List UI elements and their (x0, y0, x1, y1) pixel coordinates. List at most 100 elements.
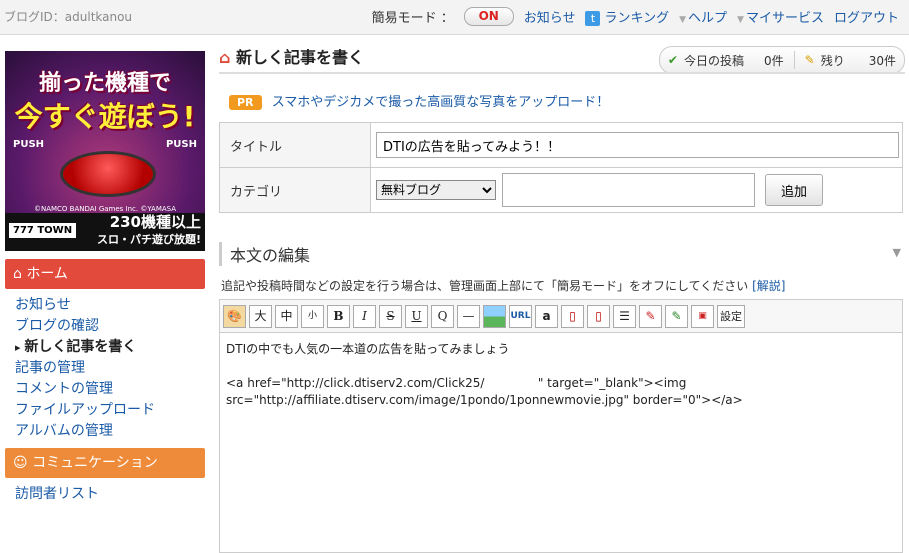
sidebar-item-blog-view[interactable]: ブログの確認 (15, 316, 205, 337)
banner-headline-2: 今すぐ遊ぼう! (14, 100, 196, 133)
today-posts-value: 0件 (764, 53, 784, 68)
sidebar-home-list: お知らせ ブログの確認 新しく記事を書く 記事の管理 コメントの管理 ファイルア… (5, 295, 205, 442)
quote-button[interactable]: Q (431, 304, 454, 328)
body-section-header: 本文の編集 ▼ (219, 242, 905, 266)
category-row: カテゴリ 無料ブログ 追加 (219, 167, 903, 213)
sidebar-comm-header[interactable]: ☺ コミュニケーション (5, 448, 205, 478)
pencil-icon: ✎ (804, 53, 815, 67)
nav-help-link[interactable]: ▼ ヘルプ (679, 7, 727, 26)
people-icon: ☺ (13, 455, 28, 471)
sidebar-home-header[interactable]: ⌂ ホーム (5, 259, 205, 289)
category-controls: 無料ブログ 追加 (371, 173, 902, 207)
add-category-button[interactable]: 追加 (765, 174, 823, 206)
chevron-down-icon: ▼ (679, 15, 687, 25)
fc2-tv-icon[interactable]: ▣ (691, 304, 714, 328)
settings-button[interactable]: 設定 (717, 304, 745, 328)
title-cell (370, 122, 903, 168)
check-icon: ✔ (667, 53, 678, 67)
image-icon[interactable] (483, 304, 506, 328)
top-bar: ブログID：adultkanou 簡易モード ： ON お知らせ t ランキング … (0, 0, 909, 35)
post-form: タイトル カテゴリ 無料ブログ 追加 (219, 122, 903, 213)
sidebar-home-title: ホーム (26, 266, 68, 282)
sidebar-item-new-post[interactable]: 新しく記事を書く (15, 337, 205, 358)
eraser-icon[interactable]: ✎ (639, 304, 662, 328)
page-title-text: 新しく記事を書く (236, 48, 365, 67)
collapse-icon[interactable]: ▼ (893, 246, 901, 259)
remaining-label: 残り (820, 53, 845, 68)
doc-d-icon[interactable]: ▯ (561, 304, 584, 328)
banner-count-line2: スロ・パチ遊び放題! (96, 233, 201, 246)
banner-count: 230機種以上 スロ・パチ遊び放題! (97, 214, 201, 248)
banner-headline-1: 揃った機種で (38, 71, 171, 96)
sidebar-comm-title: コミュニケーション (32, 455, 158, 471)
body-section-title: 本文の編集 (230, 246, 311, 265)
note-help-link[interactable]: [解説] (752, 279, 785, 293)
underline-button[interactable]: U (405, 304, 428, 328)
title-row: タイトル (219, 122, 903, 168)
stats-divider (793, 51, 795, 69)
new-category-input[interactable] (502, 173, 755, 207)
logout-link[interactable]: ログアウト (834, 7, 899, 26)
sidebar-item-album[interactable]: アルバムの管理 (15, 421, 205, 442)
editor-toolbar: 🎨 大 中 小 B I S U Q — URL a ▯ ▯ ☰ ✎ ✎ ▣ 設定 (219, 299, 903, 333)
strike-button[interactable]: S (379, 304, 402, 328)
hr-button[interactable]: — (457, 304, 480, 328)
simple-mode-note: 追記や投稿時間などの設定を行う場合は、管理画面上部にて「簡易モード」をオフにして… (221, 277, 786, 294)
sidebar-item-comments[interactable]: コメントの管理 (15, 379, 205, 400)
nav-ranking-link[interactable]: t ランキング (585, 7, 669, 26)
category-cell: 無料ブログ 追加 (370, 167, 903, 213)
nav-myservice-link[interactable]: ▼ マイサービス (737, 7, 824, 26)
sidebar-comm-list: 訪問者リスト (5, 484, 205, 505)
edit-check-icon[interactable]: ✎ (665, 304, 688, 328)
help-link-label[interactable]: ヘルプ (688, 11, 727, 26)
remaining-value: 30件 (868, 53, 896, 68)
ad-banner[interactable]: 揃った機種で 今すぐ遊ぼう! PUSH PUSH ©NAMCO BANDAI G… (5, 51, 205, 251)
post-stats: ✔ 今日の投稿 0件 ✎ 残り 30件 (658, 46, 905, 74)
doc-list-icon[interactable]: ☰ (613, 304, 636, 328)
page-title: ⌂ 新しく記事を書く (219, 44, 364, 68)
palette-icon[interactable]: 🎨 (223, 304, 246, 328)
url-button[interactable]: URL (509, 304, 532, 328)
nav-notice-link[interactable]: お知らせ (524, 7, 576, 26)
banner-copyright: ©NAMCO BANDAI Games Inc. ©YAMASA (33, 205, 177, 213)
myservice-link-label[interactable]: マイサービス (746, 11, 824, 26)
today-posts-label: 今日の投稿 (683, 53, 744, 68)
top-nav: 簡易モード ： ON お知らせ t ランキング ▼ ヘルプ ▼ マイサービス ログアウ… (372, 7, 899, 26)
simple-mode-label: 簡易モード ： (371, 11, 454, 26)
bold-button[interactable]: B (327, 304, 350, 328)
simple-mode-toggle[interactable]: ON (463, 7, 514, 26)
sidebar-item-posts[interactable]: 記事の管理 (15, 358, 205, 379)
pr-link[interactable]: スマホやデジカメで撮った高画質な写真をアップロード！ (272, 95, 610, 110)
slot-button-icon (60, 151, 156, 197)
category-select[interactable]: 無料ブログ (376, 180, 496, 200)
banner-count-line1: 230機種以上 (109, 213, 201, 231)
italic-button[interactable]: I (353, 304, 376, 328)
amazon-icon[interactable]: a (535, 304, 558, 328)
note-text: 追記や投稿時間などの設定を行う場合は、管理画面上部にて「簡易モード」をオフにして… (221, 279, 749, 293)
chevron-down-icon: ▼ (737, 15, 744, 25)
doc-a-icon[interactable]: ▯ (587, 304, 610, 328)
title-label: タイトル (219, 122, 371, 168)
sidebar-item-visitors[interactable]: 訪問者リスト (15, 484, 205, 505)
pr-badge: PR (229, 95, 262, 110)
home-icon: ⌂ (13, 266, 22, 282)
font-large-button[interactable]: 大 (249, 304, 272, 328)
sidebar-item-notice[interactable]: お知らせ (15, 295, 205, 316)
banner-push-left: PUSH (13, 139, 45, 150)
title-input[interactable] (376, 132, 899, 158)
ranking-link-label[interactable]: ランキング (604, 11, 669, 26)
banner-footer: 777 TOWN 230機種以上 スロ・パチ遊び放題! (5, 213, 205, 251)
category-label: カテゴリ (219, 167, 371, 213)
font-medium-button[interactable]: 中 (275, 304, 298, 328)
blog-id: ブログID：adultkanou (4, 10, 133, 24)
body-editor[interactable]: DTIの中でも人気の一本道の広告を貼ってみましょう <a href="http:… (219, 333, 903, 553)
banner-brand-logo: 777 TOWN (9, 223, 77, 238)
home-icon: ⌂ (219, 48, 231, 67)
pr-row: PR スマホやデジカメで撮った高画質な写真をアップロード！ (229, 91, 609, 110)
sidebar-item-file-upload[interactable]: ファイルアップロード (15, 400, 205, 421)
banner-push-right: PUSH (165, 139, 197, 150)
twitter-icon[interactable]: t (585, 11, 601, 26)
title-divider (219, 72, 905, 74)
font-small-button[interactable]: 小 (301, 304, 324, 328)
sidebar: 揃った機種で 今すぐ遊ぼう! PUSH PUSH ©NAMCO BANDAI G… (5, 51, 205, 505)
